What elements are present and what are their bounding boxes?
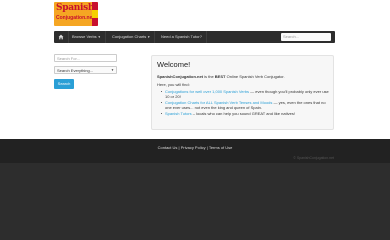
site-name: SpanishConjugation.net: [157, 74, 203, 79]
footer-contact-link[interactable]: Contact Us: [158, 145, 178, 150]
logo-line2: Conjugation.net: [56, 15, 95, 21]
nav-spanish-tutor-label: Need a Spanish Tutor?: [161, 34, 202, 39]
chevron-down-icon: ▼: [111, 68, 114, 72]
list-item: Conjugation Charts for ALL Spanish Verb …: [161, 100, 331, 110]
welcome-panel: Welcome! SpanishConjugation.net is the B…: [151, 55, 334, 130]
footer-bottom: [0, 163, 390, 240]
page-title: Welcome!: [157, 60, 191, 69]
nav-conjugation-charts[interactable]: Conjugation Charts▼: [108, 31, 156, 43]
nav-spanish-tutor[interactable]: Need a Spanish Tutor?: [157, 31, 207, 43]
top-navbar: Browse Verbs▼ Conjugation Charts▼ Need a…: [54, 31, 335, 43]
welcome-here: Here, you will find:: [157, 82, 190, 87]
site-logo[interactable]: Spanish Conjugation.net: [54, 2, 98, 26]
intro-end: Online Spanish Verb Conjugator.: [225, 74, 285, 79]
footer-links: Contact Us | Privacy Policy | Terms of U…: [0, 145, 390, 150]
caret-down-icon: ▼: [97, 35, 101, 39]
caret-down-icon: ▼: [147, 35, 151, 39]
link-spanish-tutors[interactable]: Spanish Tutors: [165, 111, 192, 116]
search-scope-value: Search Everything...: [57, 68, 94, 73]
spain-flag-icon: [92, 2, 98, 26]
navbar-search-input[interactable]: Search...: [281, 33, 331, 41]
footer-terms-link[interactable]: Terms of Use: [209, 145, 233, 150]
header: Spanish Conjugation.net: [0, 0, 390, 30]
search-button[interactable]: Search: [54, 79, 74, 89]
list-item: Spanish Tutors – locals who can help you…: [161, 111, 331, 116]
nav-browse-verbs[interactable]: Browse Verbs▼: [68, 31, 106, 43]
intro-mid: is the: [203, 74, 215, 79]
nav-browse-verbs-label: Browse Verbs: [72, 34, 97, 39]
list-item: Conjugations for well over 1,000 Spanish…: [161, 89, 331, 99]
footer-privacy-link[interactable]: Privacy Policy: [181, 145, 206, 150]
nav-conjugation-charts-label: Conjugation Charts: [112, 34, 147, 39]
list-item-text: – locals who can help you sound GREAT an…: [191, 111, 295, 116]
sidebar-search-input[interactable]: Search For...: [54, 54, 117, 62]
feature-list: Conjugations for well over 1,000 Spanish…: [161, 89, 331, 117]
welcome-intro: SpanishConjugation.net is the BEST Onlin…: [157, 74, 285, 79]
copyright-text: © SpanishConjugation.net: [293, 156, 334, 160]
intro-best: BEST: [214, 74, 226, 79]
logo-line1: Spanish: [56, 3, 95, 13]
footer: Contact Us | Privacy Policy | Terms of U…: [0, 139, 390, 163]
home-icon[interactable]: [54, 31, 69, 43]
search-scope-select[interactable]: Search Everything... ▼: [54, 66, 117, 74]
